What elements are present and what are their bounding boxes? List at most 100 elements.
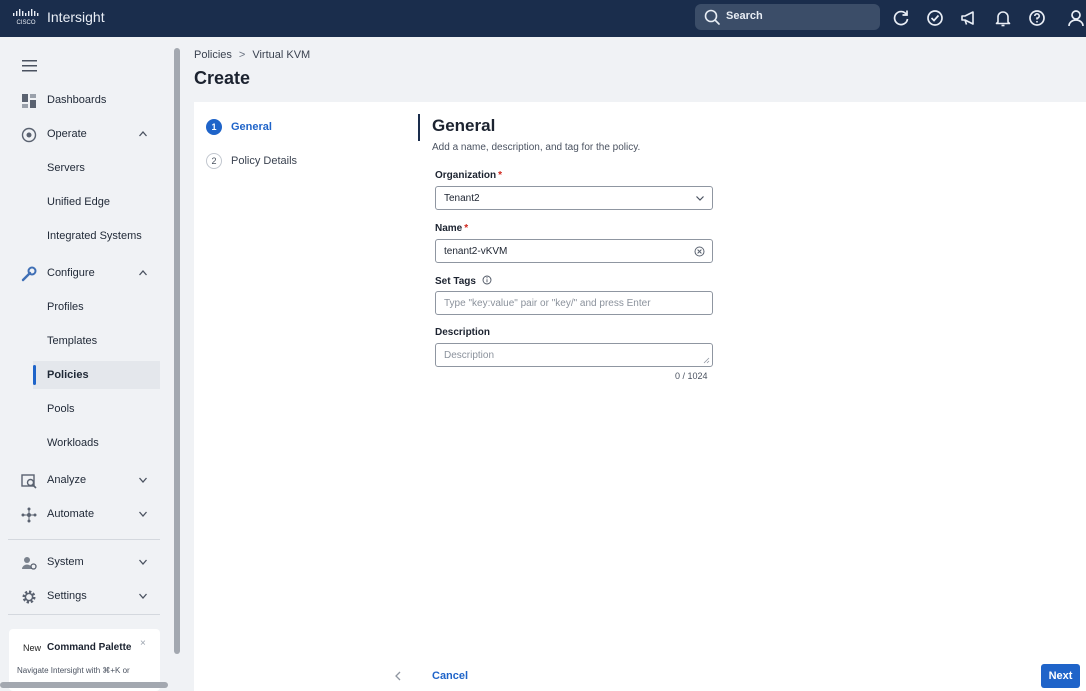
sidebar-item-unified-edge[interactable]: Unified Edge [0,188,160,216]
set-tags-label-text: Set Tags [435,276,476,287]
user-icon[interactable] [1066,8,1086,28]
sidebar-item-operate[interactable]: Operate [0,121,160,149]
sidebar-item-label: Integrated Systems [47,230,142,242]
svg-text:CISCO: CISCO [16,20,35,26]
info-icon[interactable] [482,275,492,285]
sidebar-item-label: Analyze [47,474,87,486]
sidebar-item-label: Operate [47,128,87,140]
sidebar-item-pools[interactable]: Pools [0,395,160,423]
sidebar-item-label: Dashboards [47,94,107,106]
search-input[interactable]: Search [695,4,880,30]
automate-icon [21,507,37,523]
chevron-up-icon [139,131,147,137]
new-badge: New [23,643,42,653]
sidebar-item-label: Configure [47,267,95,279]
description-label: Description [435,327,491,338]
announcement-icon[interactable] [959,8,979,28]
back-arrow-icon[interactable] [394,671,402,681]
configure-icon [21,266,37,282]
sidebar-item-label: Automate [47,508,95,520]
operate-icon [21,127,37,143]
search-label: Search [726,10,763,22]
set-tags-placeholder: Type "key:value" pair or "key/" and pres… [444,298,651,309]
command-palette-description: Navigate Intersight with ⌘+K or [17,666,130,675]
page-title: Create [194,68,251,88]
organization-label: Organization * [435,170,502,181]
name-label-text: Name [435,223,463,234]
menu-icon[interactable] [22,60,37,72]
section-title: General [432,116,496,135]
breadcrumb-virtual-kvm: Virtual KVM [252,49,311,61]
sidebar-item-servers[interactable]: Servers [0,154,160,182]
description-placeholder: Description [444,350,495,361]
close-icon[interactable]: × [140,638,146,649]
organization-label-text: Organization [435,170,497,181]
app-title: Intersight [47,9,105,25]
sidebar-item-dashboards[interactable]: Dashboards [0,87,160,115]
sidebar-vertical-scrollbar[interactable] [174,48,180,654]
sidebar-item-automate[interactable]: Automate [0,501,160,529]
cisco-logo[interactable]: CISCO [12,8,42,28]
chevron-down-icon [139,593,147,599]
step-label: Policy Details [231,155,298,167]
dashboard-icon [22,94,36,108]
sidebar-item-label: Templates [47,335,98,347]
gear-icon [22,590,36,604]
sidebar-horizontal-scrollbar[interactable] [0,682,168,688]
top-bar: CISCO Intersight Search [0,0,1086,37]
breadcrumb-separator: > [238,49,246,61]
step-number: 1 [206,119,222,135]
sidebar-item-settings[interactable]: Settings [0,583,160,611]
sidebar-item-analyze[interactable]: Analyze [0,467,160,495]
resize-handle-icon[interactable] [703,357,710,364]
sidebar-item-label: Servers [47,162,85,174]
tasks-icon[interactable] [925,8,945,28]
sidebar-item-system[interactable]: System [0,549,160,577]
chevron-down-icon [139,559,147,565]
sidebar-item-label: Workloads [47,437,99,449]
next-button[interactable]: Next [1041,664,1080,688]
sidebar-item-label: Policies [47,369,89,381]
sidebar-item-templates[interactable]: Templates [0,327,160,355]
breadcrumb: Policies > Virtual KVM [194,49,310,61]
sidebar-item-label: Pools [47,403,75,415]
set-tags-label: Set Tags [435,275,492,287]
step-number: 2 [206,153,222,169]
chevron-down-icon [139,511,147,517]
breadcrumb-policies[interactable]: Policies [194,49,232,61]
name-value: tenant2-vKVM [444,246,508,257]
cancel-button[interactable]: Cancel [432,670,468,682]
section-accent-bar [418,114,420,141]
sidebar-divider [8,614,160,615]
name-label: Name * [435,223,468,234]
sidebar-item-integrated-systems[interactable]: Integrated Systems [0,222,160,250]
organization-select[interactable]: Tenant2 [435,186,713,210]
chevron-down-icon [696,196,704,201]
required-marker: * [464,223,469,234]
sidebar: Dashboards Operate Servers Unified Edge … [0,37,171,691]
chevron-up-icon [139,270,147,276]
sidebar-item-configure[interactable]: Configure [0,260,160,288]
refresh-icon[interactable] [891,8,911,28]
organization-value: Tenant2 [444,193,480,204]
chevron-down-icon [139,477,147,483]
system-icon [22,557,37,570]
sidebar-item-profiles[interactable]: Profiles [0,293,160,321]
sidebar-item-label: Unified Edge [47,196,110,208]
sidebar-divider [8,539,160,540]
sidebar-item-label: Settings [47,590,87,602]
set-tags-input[interactable]: Type "key:value" pair or "key/" and pres… [435,291,713,315]
search-icon [704,9,720,25]
name-field[interactable]: tenant2-vKVM [435,239,713,263]
bell-icon[interactable] [993,8,1013,28]
command-palette-title: Command Palette [47,642,132,653]
sidebar-item-label: System [47,556,84,568]
sidebar-item-workloads[interactable]: Workloads [0,429,160,457]
description-counter: 0 / 1024 [675,371,708,381]
help-icon[interactable] [1027,8,1047,28]
clear-icon[interactable] [694,246,705,257]
sidebar-item-policies[interactable]: Policies [33,361,160,389]
section-subtitle: Add a name, description, and tag for the… [432,142,641,153]
sidebar-item-label: Profiles [47,301,84,313]
description-textarea[interactable]: Description [435,343,713,367]
